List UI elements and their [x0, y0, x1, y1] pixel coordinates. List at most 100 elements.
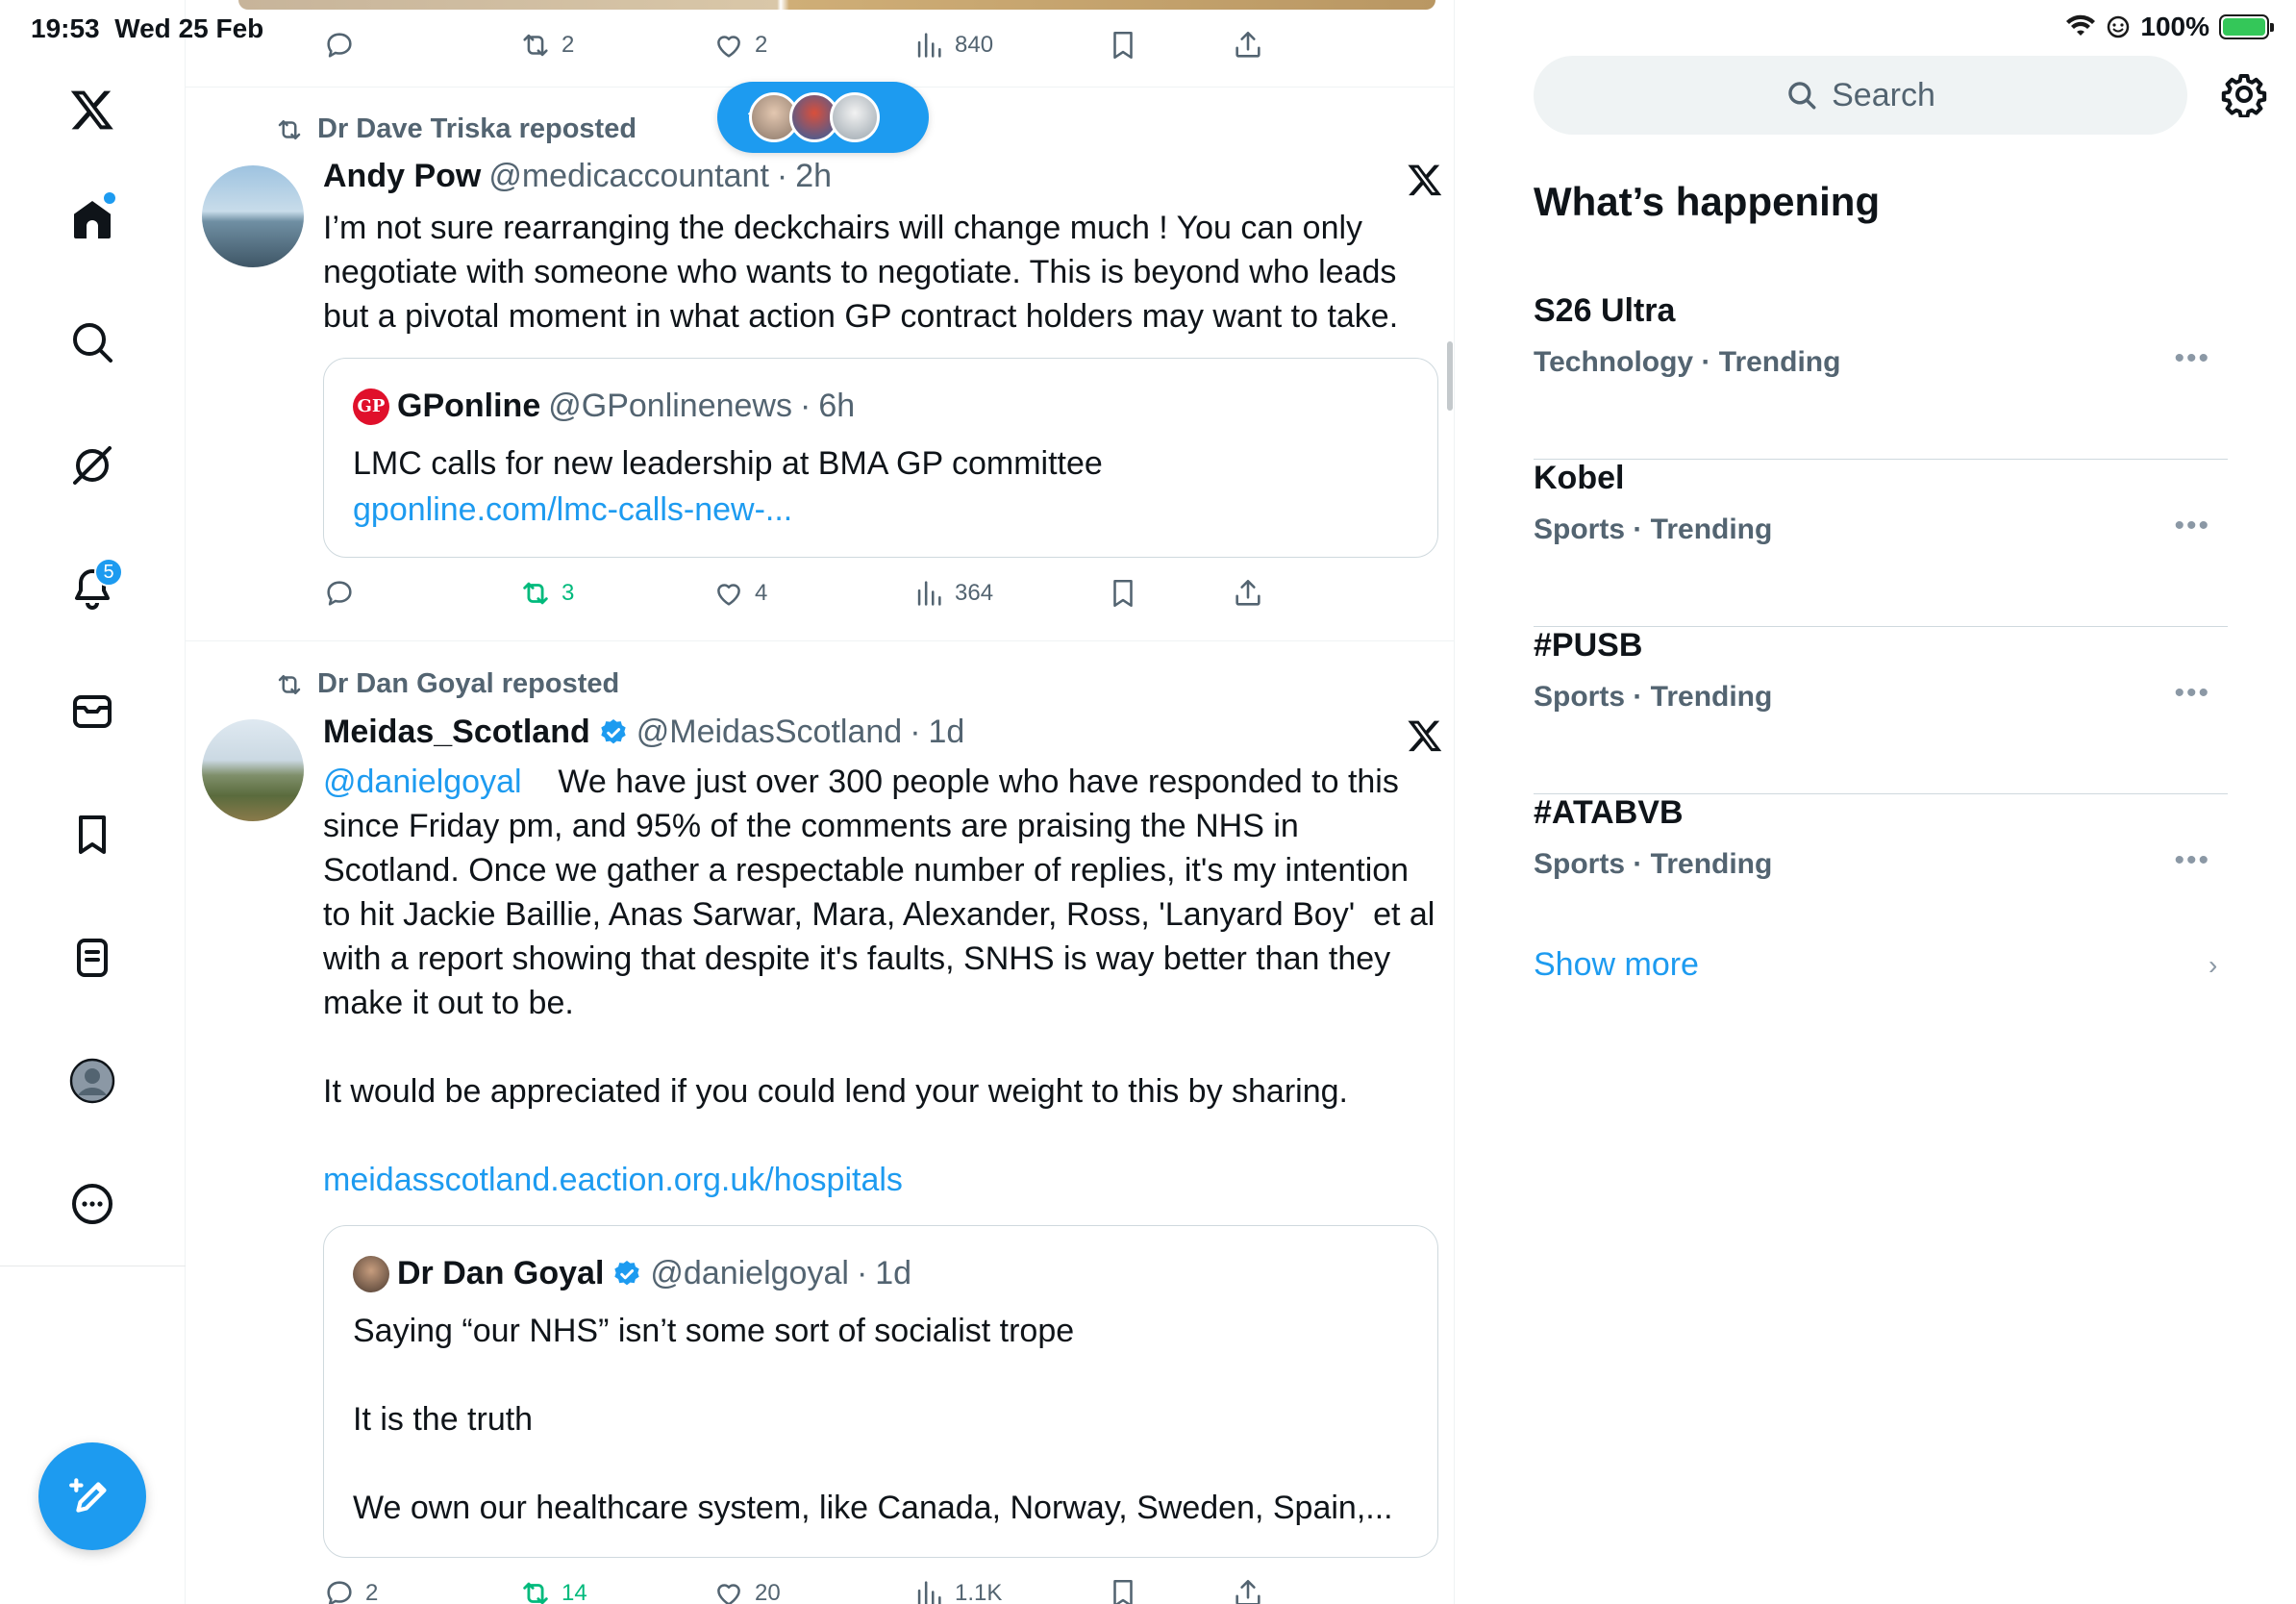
bookmark-button[interactable] — [1107, 1577, 1139, 1604]
tweet1-reposted-by: Dr Dave Triska reposted — [317, 113, 637, 144]
more-dots-icon[interactable]: ••• — [2174, 677, 2210, 710]
home-unread-dot — [104, 192, 115, 204]
quote-author-name: Dr Dan Goyal — [397, 1255, 605, 1291]
tweet1-header: Andy Pow @medicaccountant · 2h — [323, 158, 833, 195]
repost-button[interactable]: 14 — [519, 1577, 587, 1604]
tweet2-text-para2: It would be appreciated if you could len… — [323, 1073, 1348, 1110]
search-placeholder: Search — [1832, 76, 1935, 113]
search-icon — [1788, 82, 1816, 110]
repost-button[interactable]: 3 — [519, 577, 574, 610]
reply-button[interactable]: 2 — [323, 1577, 378, 1604]
tweet1-handle[interactable]: @medicaccountant — [488, 158, 769, 195]
tweet2-text: @danielgoyal We have just over 300 peopl… — [323, 760, 1438, 1025]
feed-scrollbar[interactable] — [1447, 341, 1453, 411]
status-right: 100% — [2065, 12, 2274, 42]
settings-gear-icon[interactable] — [2221, 71, 2267, 117]
mention-link[interactable]: @danielgoyal — [323, 764, 522, 800]
tweet2-time[interactable]: 1d — [929, 714, 965, 751]
share-button[interactable] — [1232, 577, 1264, 610]
notification-badge: 5 — [94, 558, 123, 587]
trend-name: S26 Ultra — [1534, 292, 1676, 329]
status-time: 19:53 Wed 25 Feb — [31, 13, 264, 43]
nav-home[interactable] — [56, 183, 129, 256]
view-count: 1.1K — [955, 1580, 1003, 1604]
grok-icon — [73, 446, 112, 485]
trend-meta: Technology · Trending — [1534, 346, 1841, 378]
views-chart-icon — [917, 1581, 941, 1604]
nav-notifications[interactable]: 5 — [56, 552, 129, 625]
tweet2-author-name[interactable]: Meidas_Scotland — [323, 714, 590, 751]
nav-explore[interactable] — [56, 306, 129, 379]
tweet2-quote-card[interactable]: Dr Dan Goyal @danielgoyal · 1d Saying “o… — [323, 1225, 1438, 1558]
compose-button[interactable] — [38, 1442, 146, 1550]
trend-meta: Sports · Trending — [1534, 514, 1773, 545]
heart-icon — [717, 1584, 740, 1604]
tweet1-repost-context[interactable]: Dr Dave Triska reposted — [275, 113, 636, 145]
tweet2-actions: 2 14 20 1.1K — [323, 1577, 1285, 1604]
more-dots-icon[interactable]: ••• — [2174, 510, 2210, 542]
nav-more[interactable] — [56, 1167, 129, 1241]
nav-lists[interactable] — [56, 921, 129, 994]
trend-item[interactable]: Kobel Sports · Trending ••• — [1534, 460, 2228, 627]
tweet1-quote-card[interactable]: GP GPonline @GPonlinenews · 6h LMC calls… — [323, 358, 1438, 558]
more-circle-icon — [72, 1184, 112, 1224]
quote-text-line1: Saying “our NHS” isn’t some sort of soci… — [353, 1313, 1075, 1349]
share-button[interactable] — [1232, 1577, 1264, 1604]
show-more-link[interactable]: Show more — [1534, 946, 1699, 984]
quote-link[interactable]: gponline.com/lmc-calls-new-... — [353, 488, 1420, 532]
bookmark-icon — [79, 815, 106, 854]
like-button[interactable]: 20 — [712, 1577, 781, 1604]
pill-avatar-3 — [830, 92, 880, 142]
reply-button[interactable] — [323, 577, 356, 610]
repost-count: 14 — [562, 1580, 587, 1604]
tweet-separator — [186, 640, 1455, 641]
tweet1-text: I’m not sure rearranging the deckchairs … — [323, 210, 1406, 335]
bookmark-icon — [1113, 1579, 1133, 1604]
share-icon — [1235, 579, 1260, 606]
trend-item[interactable]: #PUSB Sports · Trending ••• — [1534, 627, 2228, 794]
bookmark-button[interactable] — [1107, 577, 1139, 610]
x-logo-home-link[interactable] — [56, 73, 129, 146]
tweet1-avatar[interactable] — [202, 165, 304, 267]
views-button[interactable]: 364 — [912, 577, 993, 610]
tweet2-avatar[interactable] — [202, 719, 304, 821]
reply-icon — [327, 581, 352, 606]
tweet2-repost-context[interactable]: Dr Dan Goyal reposted — [275, 668, 619, 700]
like-button[interactable]: 4 — [712, 577, 767, 610]
trend-item[interactable]: #ATABVB Sports · Trending ••• — [1534, 794, 2228, 962]
repost-icon — [278, 119, 301, 139]
tweet2-handle[interactable]: @MeidasScotland — [636, 714, 902, 751]
dan-goyal-avatar — [353, 1255, 389, 1292]
trend-name: #PUSB — [1534, 627, 1643, 664]
search-icon — [73, 323, 112, 363]
more-dots-icon[interactable]: ••• — [2174, 844, 2210, 877]
tweet1-author-name[interactable]: Andy Pow — [323, 158, 481, 195]
tweet2-link[interactable]: meidasscotland.eaction.org.uk/hospitals — [323, 1158, 1438, 1202]
quote-handle: @GPonlinenews — [548, 388, 792, 424]
quote-author-name: GPonline — [397, 388, 541, 424]
whats-happening-title: What’s happening — [1534, 179, 1881, 224]
gponline-avatar: GP — [353, 388, 389, 425]
battery-percent: 100% — [2140, 12, 2209, 41]
nav-grok[interactable] — [56, 429, 129, 502]
quote-text-line3: We own our healthcare system, like Canad… — [353, 1490, 1393, 1526]
quote-text: LMC calls for new leadership at BMA GP c… — [353, 445, 1103, 482]
nav-messages[interactable] — [56, 675, 129, 748]
new-posts-pill[interactable]: ↑ — [717, 82, 929, 153]
more-dots-icon[interactable]: ••• — [2174, 342, 2210, 375]
nav-bookmarks[interactable] — [56, 798, 129, 871]
x-logo-icon[interactable] — [1407, 162, 1443, 198]
list-icon — [77, 939, 108, 977]
quote-text-line2: It is the truth — [353, 1401, 534, 1438]
trend-meta: Sports · Trending — [1534, 681, 1773, 713]
trend-meta: Sports · Trending — [1534, 848, 1773, 880]
views-chart-icon — [917, 581, 941, 606]
tweet1-time[interactable]: 2h — [795, 158, 832, 195]
search-input[interactable]: Search — [1534, 56, 2187, 135]
battery-icon — [2219, 14, 2274, 39]
repost-icon — [523, 582, 548, 605]
x-logo-icon[interactable] — [1407, 717, 1443, 754]
views-button[interactable]: 1.1K — [912, 1577, 1002, 1604]
nav-profile[interactable] — [56, 1044, 129, 1117]
trend-item[interactable]: S26 Ultra Technology · Trending ••• — [1534, 292, 2228, 460]
